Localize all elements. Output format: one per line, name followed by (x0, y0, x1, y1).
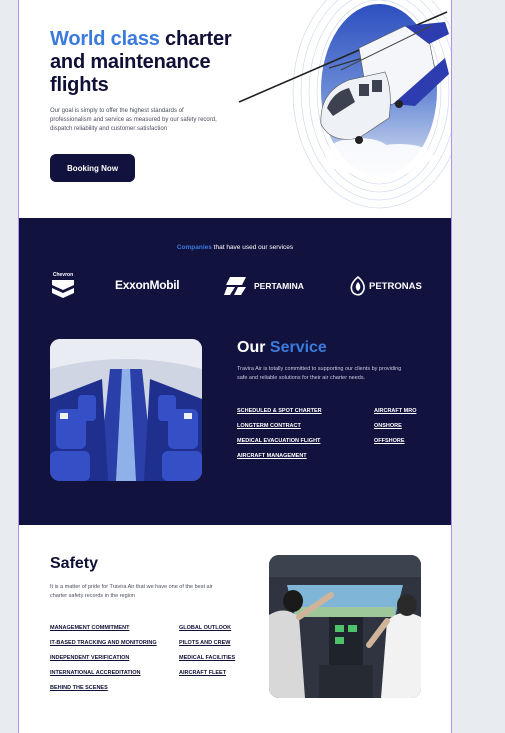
safety-link-management-commitment[interactable]: MANAGEMENT COMMITMENT (50, 625, 129, 631)
service-link-aircraft-management[interactable]: AIRCRAFT MANAGEMENT (237, 453, 307, 459)
service-link-medical-evacuation[interactable]: MEDICAL EVACUATION FLIGHT (237, 438, 320, 444)
service-link-scheduled-spot-charter[interactable]: SCHEDULED & SPOT CHARTER (237, 408, 322, 414)
companies-highlight: Companies (176, 244, 212, 251)
safety-link-medical-facilities[interactable]: MEDICAL FACILITIES (179, 655, 235, 661)
service-title-plain: Our (237, 339, 270, 356)
service-link-longterm-contract[interactable]: LONGTERM CONTRACT (237, 423, 301, 429)
companies-heading-rest: that have used our services (211, 244, 294, 251)
service-description: Travira Air is totally committed to supp… (237, 366, 402, 381)
page-frame: World class charter and maintenance flig… (18, 0, 452, 733)
petronas-mark-icon (350, 276, 365, 296)
safety-link-global-outlook[interactable]: GLOBAL OUTLOOK (179, 625, 231, 631)
hero-section: World class charter and maintenance flig… (19, 0, 451, 218)
service-link-offshore[interactable]: OFFSHORE (374, 438, 405, 444)
hero-title-accent: World class (50, 28, 160, 50)
companies-service-section: Companies that have used our services Ch… (19, 218, 451, 525)
service-link-aircraft-mro[interactable]: AIRCRAFT MRO (374, 408, 416, 414)
safety-description: It is a matter of pride for Travira Air … (50, 584, 213, 599)
helicopter-image (209, 0, 451, 218)
chevron-mark-icon (52, 280, 74, 298)
safety-link-tracking-monitoring[interactable]: IT-BASED TRACKING AND MONITORING (50, 640, 157, 646)
service-title: Our Service (237, 339, 327, 357)
chevron-logo-text: Chevron (52, 272, 74, 278)
safety-link-pilots-crew[interactable]: PILOTS AND CREW (179, 640, 230, 646)
safety-link-independent-verification[interactable]: INDEPENDENT VERIFICATION (50, 655, 129, 661)
pertamina-logo-text: PERTAMINA (254, 281, 304, 291)
safety-link-international-accreditation[interactable]: INTERNATIONAL ACCREDITATION (50, 670, 140, 676)
hero-description: Our goal is simply to offer the highest … (50, 108, 217, 132)
safety-section: Safety It is a matter of pride for Travi… (19, 525, 451, 733)
exxonmobil-logo: ExxonMobil (115, 278, 180, 292)
safety-link-aircraft-fleet[interactable]: AIRCRAFT FLEET (179, 670, 226, 676)
service-link-onshore[interactable]: ONSHORE (374, 423, 402, 429)
chevron-logo: Chevron (50, 272, 76, 300)
booking-now-button[interactable]: Booking Now (50, 154, 135, 182)
service-title-accent: Service (269, 339, 327, 356)
cockpit-image (269, 555, 421, 698)
pertamina-mark-icon (224, 277, 246, 295)
petronas-logo: PETRONAS (350, 276, 422, 296)
companies-heading: Companies that have used our services (19, 244, 451, 251)
aircraft-cabin-image (50, 339, 202, 481)
petronas-logo-text: PETRONAS (369, 280, 422, 292)
safety-title: Safety (50, 555, 99, 572)
safety-link-behind-the-scenes[interactable]: BEHIND THE SCENES (50, 685, 108, 691)
pertamina-logo: PERTAMINA (224, 276, 304, 296)
